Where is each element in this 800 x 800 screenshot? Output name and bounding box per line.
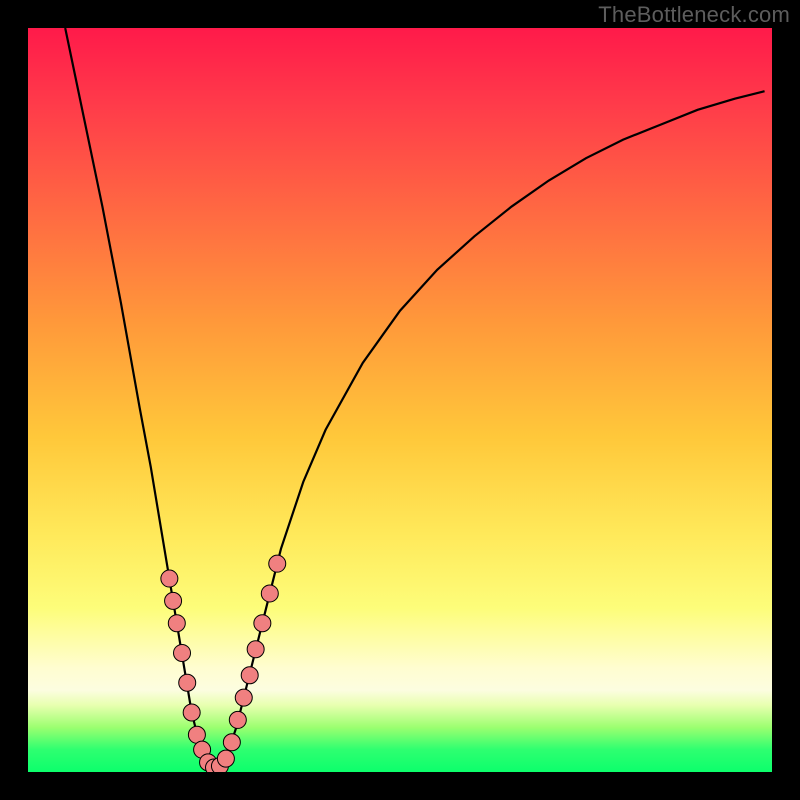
curve-marker bbox=[183, 704, 200, 721]
curve-marker bbox=[165, 592, 182, 609]
plot-area bbox=[28, 28, 772, 772]
curve-marker bbox=[235, 689, 252, 706]
curve-marker bbox=[161, 570, 178, 587]
chart-frame: TheBottleneck.com bbox=[0, 0, 800, 800]
curve-marker bbox=[269, 555, 286, 572]
bottleneck-curve bbox=[65, 28, 764, 768]
curve-marker bbox=[254, 615, 271, 632]
curve-marker bbox=[174, 644, 191, 661]
bottleneck-curve-svg bbox=[28, 28, 772, 772]
watermark-text: TheBottleneck.com bbox=[598, 2, 790, 28]
curve-marker bbox=[261, 585, 278, 602]
curve-marker bbox=[179, 674, 196, 691]
curve-marker bbox=[247, 641, 264, 658]
curve-markers-right bbox=[217, 555, 285, 767]
curve-marker bbox=[217, 750, 234, 767]
curve-marker bbox=[223, 734, 240, 751]
curve-marker bbox=[168, 615, 185, 632]
curve-marker bbox=[229, 711, 246, 728]
curve-markers-left bbox=[161, 570, 229, 772]
curve-marker bbox=[241, 667, 258, 684]
